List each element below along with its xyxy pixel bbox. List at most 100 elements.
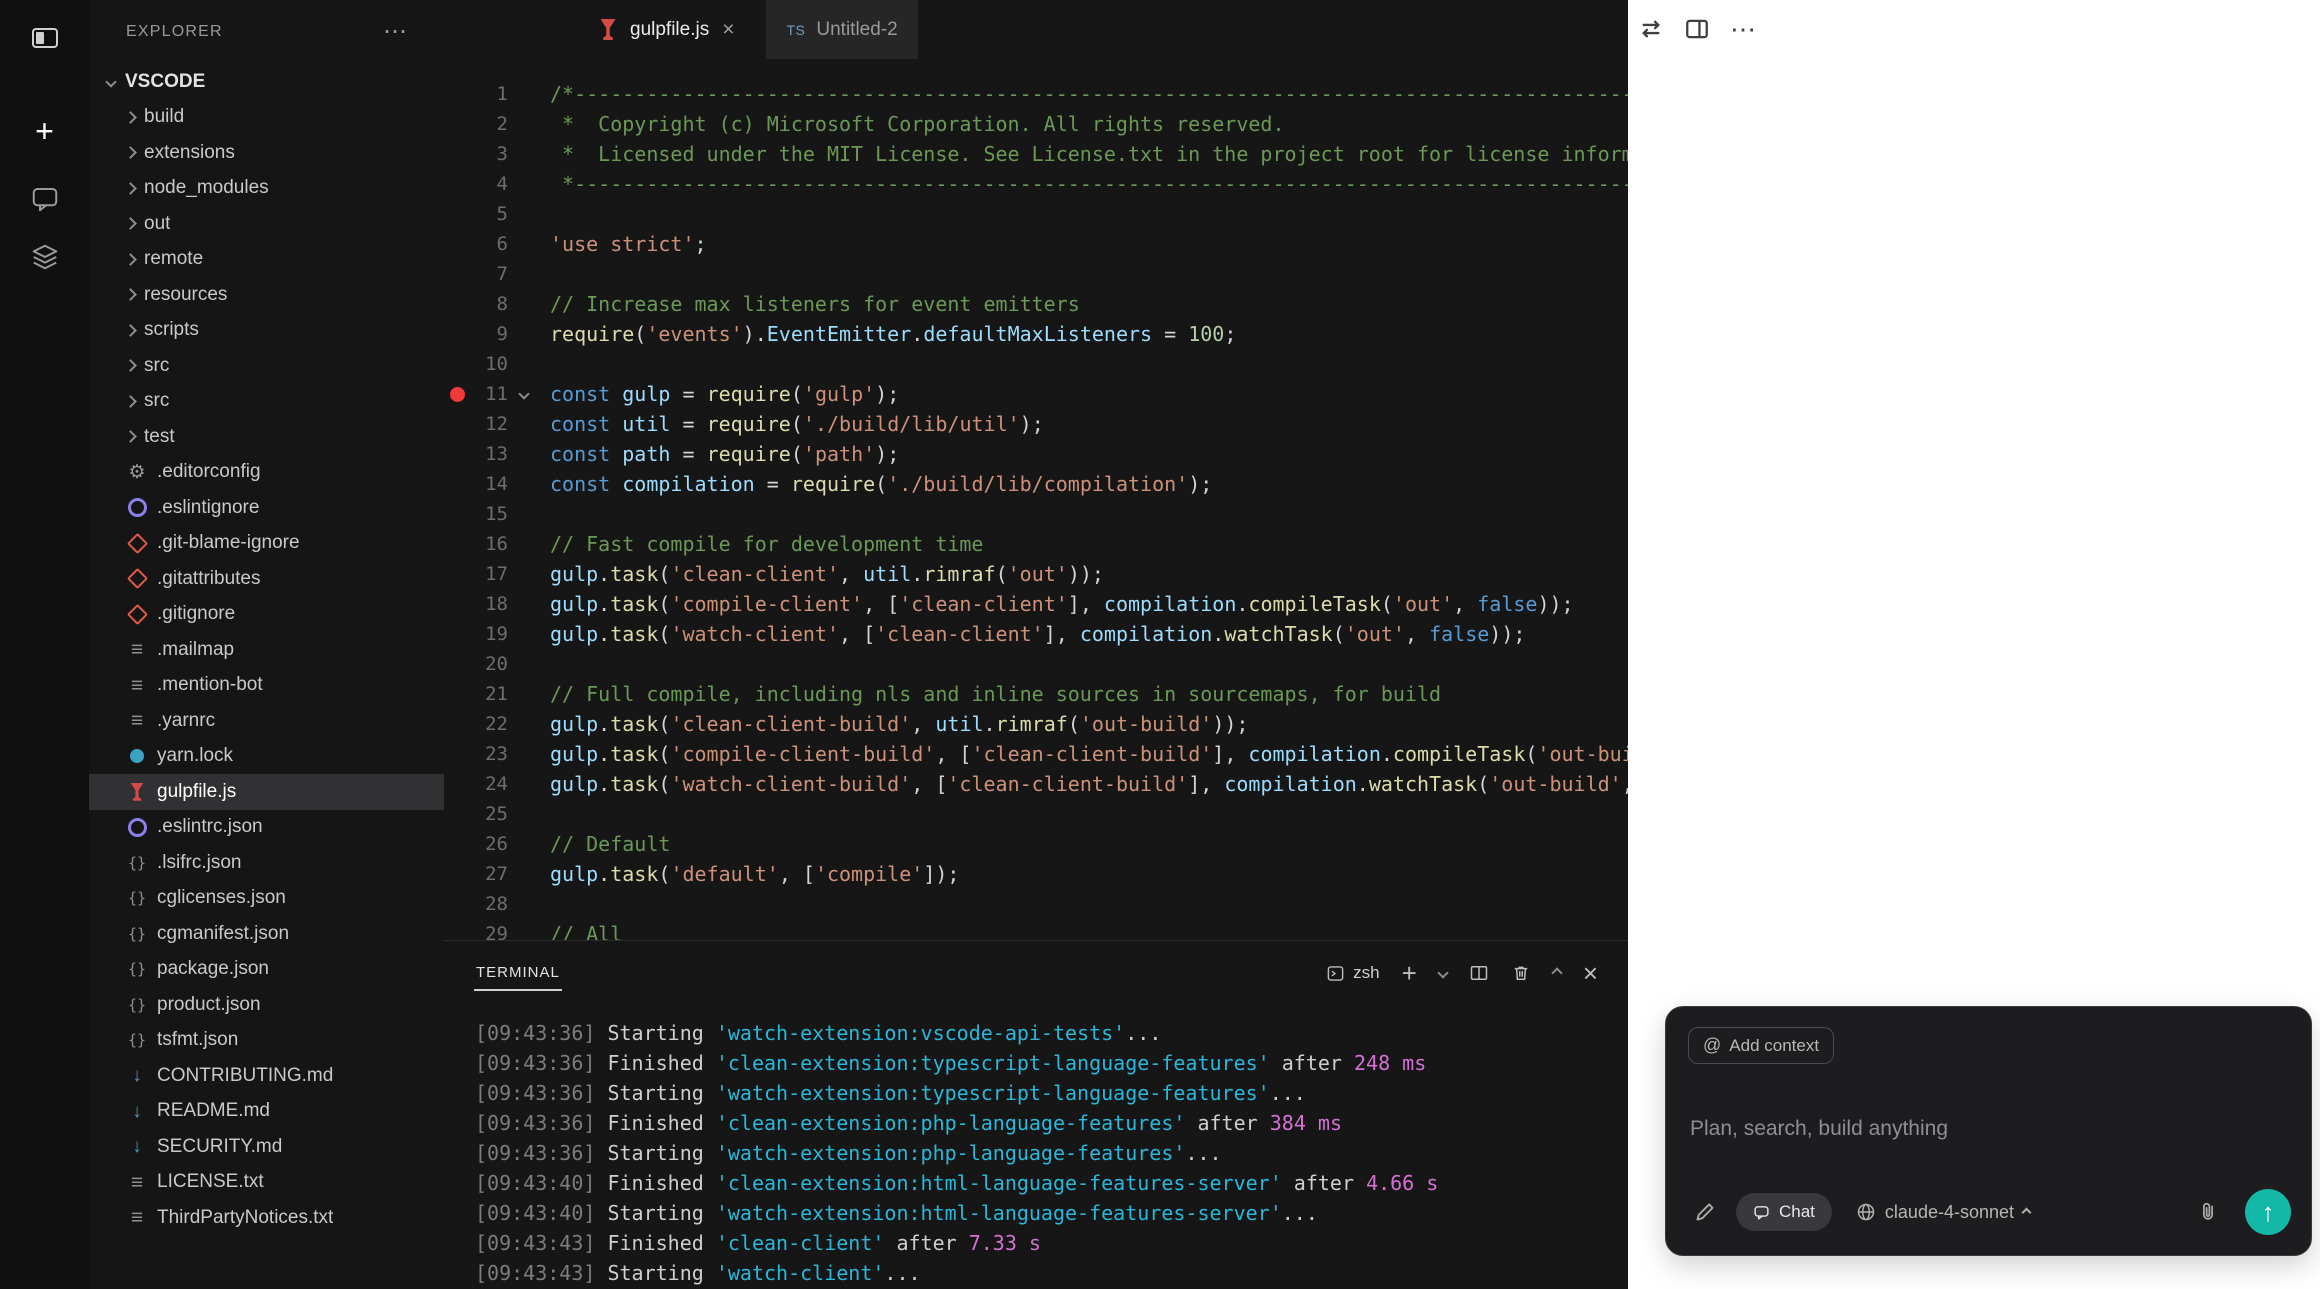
terminal-dropdown-button[interactable] (1439, 969, 1447, 977)
tree-file-cgmanifest.json[interactable]: cgmanifest.json (89, 916, 444, 952)
tree-file-cglicenses.json[interactable]: cglicenses.json (89, 881, 444, 917)
code-line[interactable]: 29// All (444, 919, 1628, 940)
model-name: claude-4-sonnet (1885, 1202, 2014, 1223)
code-line[interactable]: 16// Fast compile for development time (444, 529, 1628, 559)
new-chat-button[interactable] (21, 108, 69, 156)
code-line[interactable]: 26// Default (444, 829, 1628, 859)
code-line[interactable]: 28 (444, 889, 1628, 919)
code-line[interactable]: 13const path = require('path'); (444, 439, 1628, 469)
code-line[interactable]: 2 * Copyright (c) Microsoft Corporation.… (444, 109, 1628, 139)
tree-folder-out[interactable]: out (89, 206, 444, 242)
tree-file-SECURITY.md[interactable]: SECURITY.md (89, 1129, 444, 1165)
shell-name: zsh (1353, 963, 1379, 983)
attach-button[interactable] (2191, 1195, 2225, 1229)
tree-file-.gitignore[interactable]: .gitignore (89, 597, 444, 633)
code-line[interactable]: 8// Increase max listeners for event emi… (444, 289, 1628, 319)
tree-file-gulpfile.js[interactable]: gulpfile.js (89, 774, 444, 810)
tab-gulpfile-js[interactable]: gulpfile.js × (577, 0, 756, 59)
code-line[interactable]: 1/*-------------------------------------… (444, 79, 1628, 109)
chat-button-activity[interactable] (28, 182, 62, 216)
code-editor[interactable]: 1/*-------------------------------------… (444, 59, 1628, 940)
tree-root-vscode[interactable]: VSCODE (89, 64, 444, 100)
close-icon[interactable]: × (720, 19, 736, 40)
tree-item-label: .yarnrc (157, 710, 215, 732)
stack-button-activity[interactable] (28, 240, 62, 274)
chat-input[interactable]: Plan, search, build anything (1690, 1117, 2287, 1141)
tree-file-.mailmap[interactable]: .mailmap (89, 632, 444, 668)
edit-pen-button[interactable] (1688, 1195, 1722, 1229)
code-line[interactable]: 6'use strict'; (444, 229, 1628, 259)
split-editor-button[interactable] (1680, 12, 1714, 46)
more-actions-button[interactable] (1726, 12, 1760, 46)
tree-file-.mention-bot[interactable]: .mention-bot (89, 668, 444, 704)
explorer-more-button[interactable] (383, 20, 407, 44)
tree-file-yarn.lock[interactable]: yarn.lock (89, 739, 444, 775)
tree-file-CONTRIBUTING.md[interactable]: CONTRIBUTING.md (89, 1058, 444, 1094)
typescript-icon: TS (786, 22, 805, 38)
chevron-down-icon (1437, 967, 1448, 978)
code-line[interactable]: 21// Full compile, including nls and inl… (444, 679, 1628, 709)
tree-file-.eslintrc.json[interactable]: .eslintrc.json (89, 810, 444, 846)
code-line[interactable]: 10 (444, 349, 1628, 379)
shell-selector[interactable]: zsh (1326, 963, 1379, 983)
split-terminal-button[interactable] (1469, 963, 1489, 983)
code-line[interactable]: 11const gulp = require('gulp'); (444, 379, 1628, 409)
tree-file-LICENSE.txt[interactable]: LICENSE.txt (89, 1165, 444, 1201)
model-selector[interactable]: claude-4-sonnet (1856, 1202, 2030, 1223)
breakpoint-icon[interactable] (450, 387, 465, 402)
tree-file-.git-blame-ignore[interactable]: .git-blame-ignore (89, 526, 444, 562)
kill-terminal-button[interactable] (1511, 963, 1531, 983)
tree-folder-remote[interactable]: remote (89, 242, 444, 278)
code-line[interactable]: 12const util = require('./build/lib/util… (444, 409, 1628, 439)
send-button[interactable] (2245, 1189, 2291, 1235)
terminal-output[interactable]: [09:43:36] Starting 'watch-extension:vsc… (444, 1005, 1628, 1288)
code-line[interactable]: 3 * Licensed under the MIT License. See … (444, 139, 1628, 169)
tree-file-.gitattributes[interactable]: .gitattributes (89, 561, 444, 597)
new-terminal-button[interactable] (1402, 960, 1417, 986)
tree-folder-extensions[interactable]: extensions (89, 135, 444, 171)
close-panel-button[interactable] (1583, 960, 1598, 986)
code-line[interactable]: 4 *-------------------------------------… (444, 169, 1628, 199)
chevron-right-icon (124, 146, 137, 159)
code-line[interactable]: 7 (444, 259, 1628, 289)
code-line[interactable]: 14const compilation = require('./build/l… (444, 469, 1628, 499)
fold-chevron-icon[interactable] (518, 388, 529, 399)
tree-item-label: test (144, 426, 175, 448)
code-line[interactable]: 20 (444, 649, 1628, 679)
tree-folder-src[interactable]: src (89, 348, 444, 384)
tree-folder-node_modules[interactable]: node_modules (89, 171, 444, 207)
tree-file-.editorconfig[interactable]: .editorconfig (89, 455, 444, 491)
code-line[interactable]: 5 (444, 199, 1628, 229)
tree-file-README.md[interactable]: README.md (89, 1094, 444, 1130)
tree-folder-resources[interactable]: resources (89, 277, 444, 313)
tree-file-.yarnrc[interactable]: .yarnrc (89, 703, 444, 739)
tree-folder-src[interactable]: src (89, 384, 444, 420)
swap-editors-button[interactable] (1634, 12, 1668, 46)
code-line[interactable]: 23gulp.task('compile-client-build', ['cl… (444, 739, 1628, 769)
tab-untitled-2[interactable]: TS Untitled-2 (766, 0, 917, 59)
code-line[interactable]: 17gulp.task('clean-client', util.rimraf(… (444, 559, 1628, 589)
code-line[interactable]: 25 (444, 799, 1628, 829)
chat-mode-button[interactable]: Chat (1736, 1193, 1832, 1231)
terminal-tab[interactable]: TERMINAL (474, 956, 562, 991)
tree-folder-build[interactable]: build (89, 100, 444, 136)
tree-folder-scripts[interactable]: scripts (89, 313, 444, 349)
tree-folder-test[interactable]: test (89, 419, 444, 455)
sidebar-toggle-button[interactable] (18, 11, 72, 65)
tree-file-ThirdPartyNotices.txt[interactable]: ThirdPartyNotices.txt (89, 1200, 444, 1236)
code-line[interactable]: 24gulp.task('watch-client-build', ['clea… (444, 769, 1628, 799)
chevron-right-icon (124, 253, 137, 266)
code-line[interactable]: 15 (444, 499, 1628, 529)
tree-file-.eslintignore[interactable]: .eslintignore (89, 490, 444, 526)
tree-file-product.json[interactable]: product.json (89, 987, 444, 1023)
code-line[interactable]: 19gulp.task('watch-client', ['clean-clie… (444, 619, 1628, 649)
maximize-panel-button[interactable] (1553, 969, 1561, 977)
add-context-button[interactable]: Add context (1688, 1027, 1834, 1064)
tree-file-.lsifrc.json[interactable]: .lsifrc.json (89, 845, 444, 881)
code-line[interactable]: 18gulp.task('compile-client', ['clean-cl… (444, 589, 1628, 619)
code-line[interactable]: 22gulp.task('clean-client-build', util.r… (444, 709, 1628, 739)
tree-file-package.json[interactable]: package.json (89, 952, 444, 988)
tree-file-tsfmt.json[interactable]: tsfmt.json (89, 1023, 444, 1059)
code-line[interactable]: 27gulp.task('default', ['compile']); (444, 859, 1628, 889)
code-line[interactable]: 9require('events').EventEmitter.defaultM… (444, 319, 1628, 349)
